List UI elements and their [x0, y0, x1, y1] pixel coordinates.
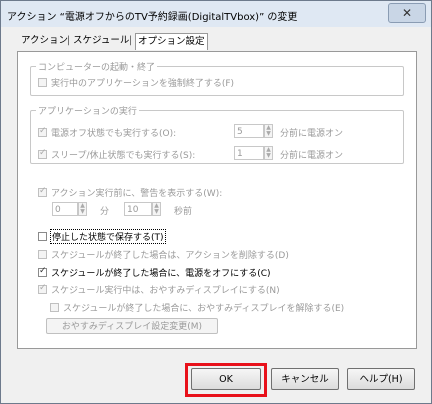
- window-title: アクション “電源オフからのTV予約録画(DigitalTVbox)” の変更: [7, 12, 298, 23]
- delete-action-option[interactable]: スケジュールが終了した場合は、アクションを削除する(D): [38, 248, 289, 261]
- help-button[interactable]: ヘルプ(H): [347, 368, 415, 390]
- ok-button[interactable]: OK: [191, 368, 261, 390]
- force-quit-label: 実行中のアプリケーションを強制終了する(F): [51, 79, 235, 89]
- sleep-spinner[interactable]: ▲ ▼: [264, 146, 273, 160]
- sleep-checkbox[interactable]: [38, 148, 47, 159]
- tab-separator: |: [129, 35, 133, 46]
- warning-minutes-unit: 分: [100, 207, 110, 217]
- release-display-checkbox[interactable]: [50, 303, 59, 312]
- save-stopped-label: 停止した状態で保存する(T): [50, 229, 166, 244]
- power-off-end-option[interactable]: スケジュールが終了した場合に、電源をオフにする(C): [38, 266, 271, 279]
- power-off-spinner[interactable]: ▲ ▼: [264, 124, 273, 138]
- release-display-option[interactable]: スケジュールが終了した場合に、おやすみディスプレイを解除する(E): [50, 301, 344, 314]
- power-off-end-checkbox[interactable]: [38, 266, 47, 277]
- options-panel: コンピューターの起動・終了 実行中のアプリケーションを強制終了する(F) アプリ…: [17, 51, 417, 349]
- app-group-legend: アプリケーションの実行: [36, 104, 139, 117]
- power-off-label: 電源オフ状態でも実行する(O):: [51, 129, 177, 139]
- sleep-display-option[interactable]: スケジュール実行中は、おやすみディスプレイにする(N): [38, 283, 280, 296]
- sleep-display-checkbox[interactable]: [38, 283, 47, 294]
- sleep-label: スリープ/休止状態でも実行する(S):: [51, 151, 196, 161]
- force-quit-checkbox[interactable]: [38, 78, 47, 87]
- computer-group-legend: コンピューターの起動・終了: [36, 60, 158, 73]
- power-off-end-label: スケジュールが終了した場合に、電源をオフにする(C): [51, 269, 271, 279]
- power-off-checkbox[interactable]: [38, 126, 47, 137]
- delete-action-checkbox[interactable]: [38, 250, 47, 259]
- tab-options[interactable]: オプション設定: [135, 33, 208, 50]
- sleep-option[interactable]: スリープ/休止状態でも実行する(S):: [38, 148, 195, 161]
- dialog-window: アクション “電源オフからのTV予約録画(DigitalTVbox)” の変更 …: [0, 0, 432, 404]
- tab-schedule[interactable]: スケジュール: [73, 33, 129, 49]
- warning-seconds-unit: 秒前: [174, 207, 193, 217]
- warning-checkbox[interactable]: [38, 186, 47, 197]
- sleep-minutes-input[interactable]: 1: [234, 146, 264, 160]
- warning-seconds-spinner[interactable]: ▲ ▼: [152, 202, 161, 216]
- warning-option[interactable]: アクション実行前に、警告を表示する(W):: [38, 186, 222, 199]
- power-off-option[interactable]: 電源オフ状態でも実行する(O):: [38, 126, 176, 139]
- save-stopped-checkbox[interactable]: [38, 232, 47, 241]
- warning-label: アクション実行前に、警告を表示する(W):: [51, 189, 223, 199]
- delete-action-label: スケジュールが終了した場合は、アクションを削除する(D): [51, 251, 289, 261]
- tab-action[interactable]: アクション: [21, 33, 68, 49]
- force-quit-option[interactable]: 実行中のアプリケーションを強制終了する(F): [38, 76, 234, 89]
- close-button[interactable]: ✕: [388, 3, 426, 23]
- warning-minutes-spinner[interactable]: ▲ ▼: [78, 202, 87, 216]
- release-display-label: スケジュールが終了した場合に、おやすみディスプレイを解除する(E): [63, 304, 345, 314]
- cancel-button[interactable]: キャンセル: [271, 368, 339, 390]
- sleep-suffix: 分前に電源オン: [280, 151, 344, 161]
- title-bar: アクション “電源オフからのTV予約録画(DigitalTVbox)” の変更 …: [1, 1, 431, 27]
- save-stopped-option[interactable]: 停止した状態で保存する(T): [38, 229, 166, 244]
- power-off-minutes-input[interactable]: 5: [234, 124, 264, 138]
- warning-minutes-input[interactable]: 0: [52, 202, 78, 216]
- warning-seconds-input[interactable]: 10: [124, 202, 152, 216]
- sleep-display-label: スケジュール実行中は、おやすみディスプレイにする(N): [51, 286, 280, 296]
- power-off-suffix: 分前に電源オン: [280, 129, 344, 139]
- display-settings-button[interactable]: おやすみディスプレイ設定変更(M): [46, 318, 218, 334]
- tab-separator: |: [67, 35, 71, 46]
